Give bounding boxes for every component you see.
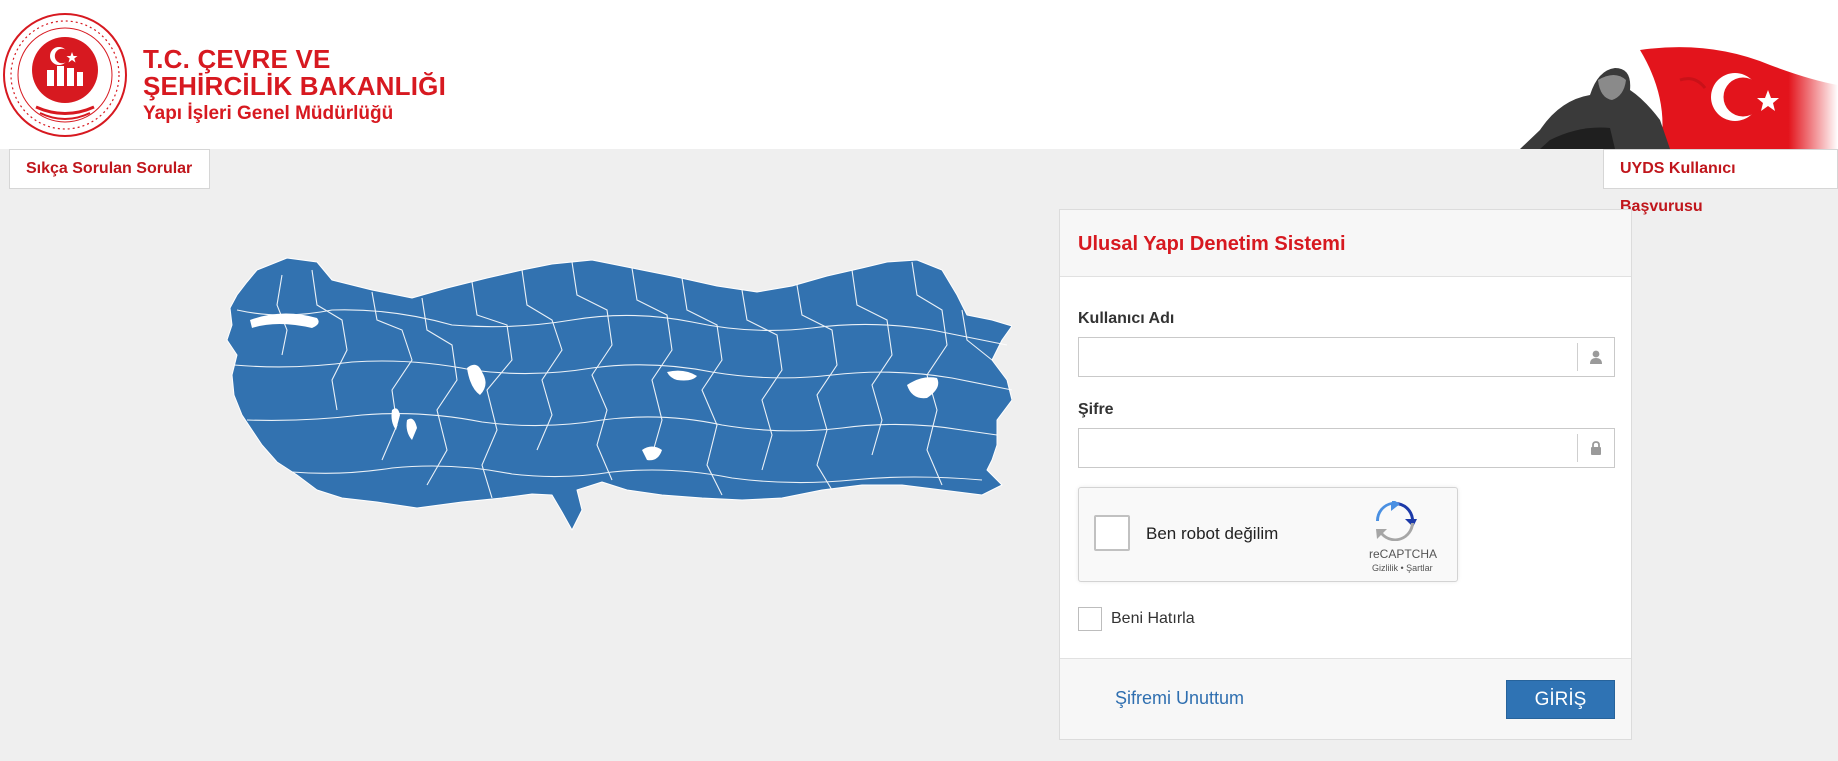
user-icon [1577,343,1614,371]
site-header: T.C. ÇEVRE VE ŞEHİRCİLİK BAKANLIĞI Yapı … [0,0,1838,149]
remember-me-checkbox[interactable] [1078,607,1102,631]
recaptcha-brand: reCAPTCHA [1369,547,1438,561]
forgot-password-link[interactable]: Şifremi Unuttum [1115,688,1244,709]
user-application-button[interactable]: UYDS Kullanıcı Başvurusu [1603,149,1838,215]
remember-me: Beni Hatırla [1078,607,1614,631]
recaptcha-widget: Ben robot değilim reCAPTCHA Gizlilik • Ş… [1078,487,1458,582]
password-input[interactable] [1079,429,1574,467]
remember-me-label[interactable]: Beni Hatırla [1111,610,1195,628]
login-button[interactable]: GİRİŞ [1506,680,1615,719]
login-form: Kullanıcı Adı Şifre Ben robot değilim re… [1060,310,1631,631]
ataturk-flag-image [1520,47,1838,149]
login-panel-footer: Şifremi Unuttum GİRİŞ [1060,658,1631,739]
recaptcha-logo-icon [1375,501,1417,541]
ministry-name: T.C. ÇEVRE VE ŞEHİRCİLİK BAKANLIĞI Yapı … [143,46,446,126]
login-panel: Ulusal Yapı Denetim Sistemi Kullanıcı Ad… [1059,209,1632,740]
ministry-name-line1: T.C. ÇEVRE VE [143,44,331,74]
system-title: Ulusal Yapı Denetim Sistemi [1078,233,1346,255]
recaptcha-checkbox[interactable] [1094,515,1130,551]
username-input[interactable] [1079,338,1574,376]
ministry-seal-logo [3,13,127,137]
recaptcha-label: Ben robot değilim [1146,524,1279,543]
password-field-group [1078,428,1615,468]
directorate-name: Yapı İşleri Genel Müdürlüğü [143,103,394,124]
ministry-name-line2: ŞEHİRCİLİK BAKANLIĞI [143,71,446,101]
lock-icon [1577,434,1614,462]
turkey-provinces-map [226,257,1012,531]
recaptcha-privacy-terms[interactable]: Gizlilik • Şartlar [1372,563,1433,573]
username-field-group [1078,337,1615,377]
password-label: Şifre [1078,401,1114,418]
faq-button[interactable]: Sıkça Sorulan Sorular [9,149,210,189]
username-label: Kullanıcı Adı [1078,310,1175,327]
login-panel-header: Ulusal Yapı Denetim Sistemi [1060,210,1631,277]
